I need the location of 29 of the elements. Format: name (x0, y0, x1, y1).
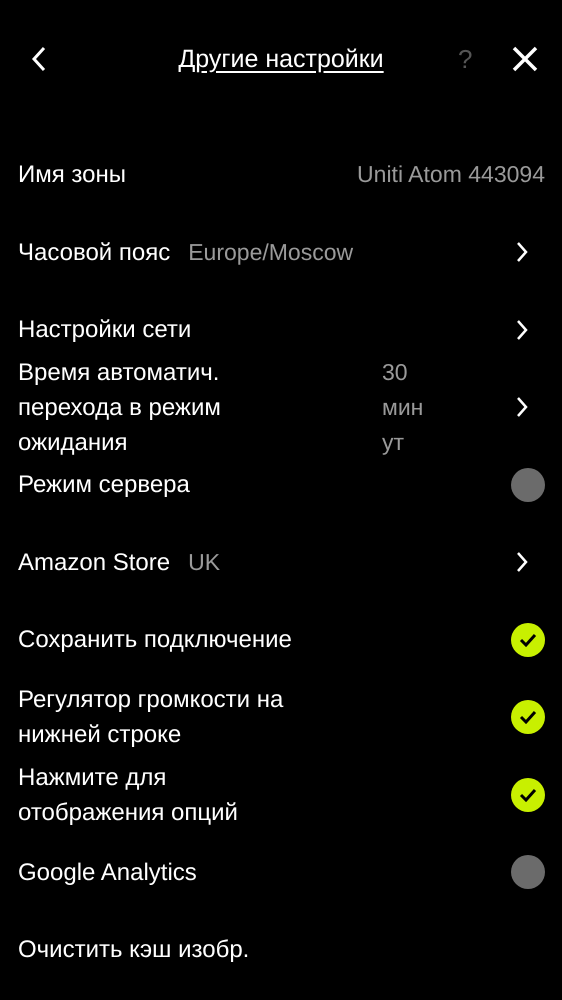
check-toggle[interactable] (511, 778, 545, 812)
setting-label: Регулятор громкости на нижней строке (18, 685, 284, 750)
setting-label: Нажмите для отображения опций (18, 762, 239, 828)
setting-value: UK (188, 548, 220, 577)
check-icon (519, 710, 537, 724)
check-icon (519, 788, 537, 802)
setting-label: Amazon Store (18, 548, 170, 578)
setting-label: Сохранить подключение (18, 625, 292, 656)
setting-label: Время автоматич. перехода в режим ожидания (18, 358, 222, 458)
chevron-icon[interactable] (516, 318, 528, 341)
back-icon (31, 46, 47, 72)
close-button[interactable] (510, 44, 540, 74)
setting-label: Режим сервера (18, 470, 190, 500)
setting-value: 30 минут (382, 358, 424, 457)
close-icon (512, 46, 538, 72)
check-toggle[interactable] (511, 622, 545, 657)
setting-label: Google Analytics (18, 858, 197, 888)
check-toggle[interactable] (511, 700, 545, 734)
setting-label[interactable]: Очистить кэш изобр. (18, 932, 250, 968)
setting-label: Имя зоны (18, 160, 126, 190)
setting-value: Uniti Atom 443094 (357, 160, 545, 190)
chevron-icon[interactable] (516, 396, 528, 418)
setting-label: Часовой пояс (18, 238, 170, 268)
setting-value: Europe/Moscow (188, 238, 354, 267)
chevron-icon[interactable] (516, 551, 528, 574)
page-title: Другие настройки (178, 44, 384, 75)
check-icon (519, 632, 537, 647)
chevron-icon[interactable] (516, 241, 528, 264)
setting-label: Настройки сети (18, 315, 192, 346)
